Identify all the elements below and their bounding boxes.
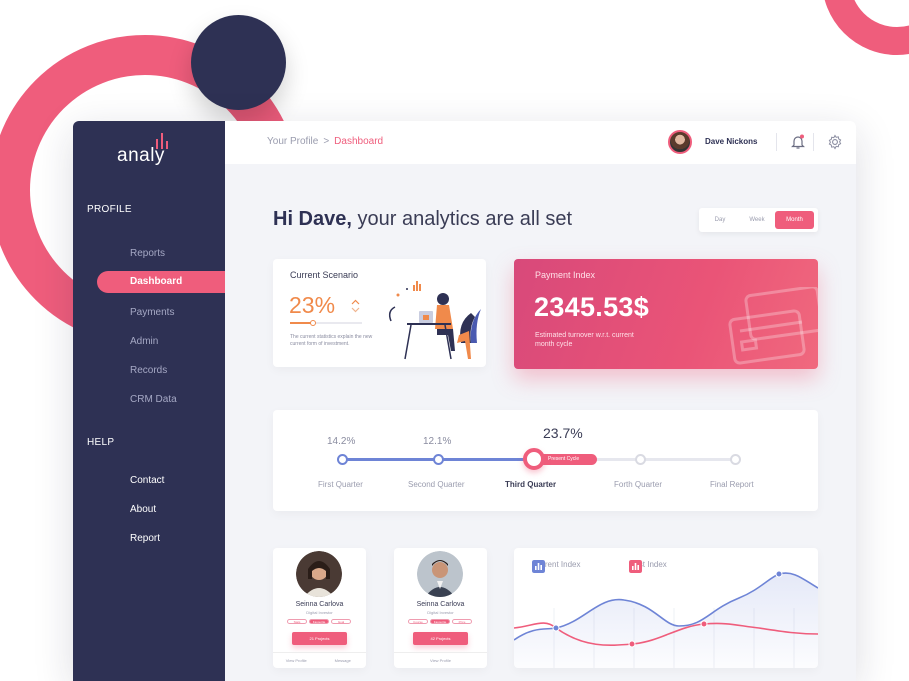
quarter-value: 14.2% bbox=[327, 436, 356, 447]
breadcrumb: Your Profile > Dashboard bbox=[267, 136, 383, 147]
sidebar-item-report[interactable]: Report bbox=[130, 533, 160, 544]
current-index-point[interactable] bbox=[775, 570, 783, 578]
bell-icon[interactable] bbox=[791, 134, 805, 150]
quarter-timeline-card: 14.2% 12.1% 23.7% Present Cycle First Qu… bbox=[273, 410, 818, 511]
sidebar-section-help: HELP bbox=[87, 437, 115, 448]
quarter-label-current[interactable]: Third Quarter bbox=[505, 480, 556, 489]
payment-index-card[interactable]: Payment Index 2345.53$ Estimated turnove… bbox=[514, 259, 818, 369]
dashboard-app: analy PROFILE Reports Dashboard Payments… bbox=[73, 121, 856, 681]
profile-footer: View Profile bbox=[394, 652, 487, 668]
legend-current-index[interactable]: Current Index bbox=[532, 560, 580, 573]
past-index-point[interactable] bbox=[700, 620, 708, 628]
sidebar-item-contact[interactable]: Contact bbox=[130, 475, 164, 486]
profile-role: Digital Investor bbox=[306, 610, 333, 615]
profile-name: Seinna Carlova bbox=[416, 601, 465, 608]
profile-footer: View Profile Message bbox=[273, 652, 366, 668]
scenario-value: 23% bbox=[289, 292, 336, 318]
profile-chip-active[interactable]: Favourite bbox=[430, 619, 450, 624]
greeting-name: Hi Dave, bbox=[273, 208, 352, 230]
current-scenario-card[interactable]: Current Scenario 23% The current statist… bbox=[273, 259, 486, 367]
view-profile-link[interactable]: View Profile bbox=[273, 653, 320, 668]
scenario-title: Current Scenario bbox=[290, 270, 359, 280]
breadcrumb-parent[interactable]: Your Profile bbox=[267, 136, 318, 147]
sidebar-item-about[interactable]: About bbox=[130, 504, 156, 515]
greeting-text: your analytics are all set bbox=[351, 208, 573, 230]
screenshot-stage: analy PROFILE Reports Dashboard Payments… bbox=[0, 0, 909, 681]
scenario-description: The current statistics explain the new c… bbox=[290, 334, 373, 347]
quarter-label[interactable]: Second Quarter bbox=[408, 480, 464, 489]
past-index-point[interactable] bbox=[628, 640, 636, 648]
greeting-heading: Hi Dave, your analytics are all set bbox=[273, 208, 572, 231]
sidebar-item-reports[interactable]: Reports bbox=[130, 248, 165, 259]
user-avatar[interactable] bbox=[668, 130, 692, 154]
gear-icon[interactable] bbox=[827, 134, 843, 150]
profile-chip[interactable]: Price bbox=[452, 619, 472, 624]
timeline-node-q3-current[interactable] bbox=[523, 448, 545, 470]
timeline-node-q4[interactable] bbox=[635, 454, 646, 465]
profile-card[interactable]: Seinna Carlova Digital Investor Stats Fa… bbox=[273, 548, 366, 668]
quarter-value-current: 23.7% bbox=[543, 425, 583, 441]
logo-bars-icon bbox=[156, 133, 168, 149]
view-profile-link[interactable]: View Profile bbox=[394, 653, 487, 668]
decorative-ring-top-right bbox=[822, 0, 909, 55]
sidebar-item-payments[interactable]: Payments bbox=[130, 307, 174, 318]
breadcrumb-current: Dashboard bbox=[334, 136, 384, 147]
bar-chart-icon bbox=[629, 560, 642, 573]
projects-button[interactable]: 42 Projects bbox=[413, 632, 468, 645]
timeline-remaining-line bbox=[593, 458, 738, 461]
up-down-chevron-icon[interactable] bbox=[351, 299, 360, 313]
period-week-button[interactable]: Week bbox=[739, 211, 775, 229]
projects-button[interactable]: 21 Projects bbox=[292, 632, 347, 645]
period-toggle: Day Week Month bbox=[699, 208, 818, 232]
profile-chip[interactable]: Stats bbox=[287, 619, 307, 624]
timeline-node-final[interactable] bbox=[730, 454, 741, 465]
top-header: Your Profile > Dashboard Dave Nickons bbox=[225, 121, 856, 164]
credit-card-icon bbox=[728, 287, 818, 365]
header-divider bbox=[776, 133, 777, 151]
quarter-label[interactable]: First Quarter bbox=[318, 480, 363, 489]
message-link[interactable]: Message bbox=[320, 653, 367, 668]
sidebar-item-dashboard[interactable]: Dashboard bbox=[97, 271, 225, 293]
legend-past-index[interactable]: Past Index bbox=[629, 560, 667, 573]
profile-chip[interactable]: Course bbox=[408, 619, 428, 624]
quarter-value: 12.1% bbox=[423, 436, 452, 447]
payment-subtitle: Estimated turnover w.r.t. current month … bbox=[535, 332, 634, 348]
profile-chips: Stats Favourite Goal bbox=[287, 619, 351, 624]
payment-value: 2345.53$ bbox=[534, 292, 650, 322]
period-month-button[interactable]: Month bbox=[775, 211, 814, 229]
payment-title: Payment Index bbox=[535, 270, 596, 280]
quarter-label[interactable]: Forth Quarter bbox=[614, 480, 662, 489]
quarter-label[interactable]: Final Report bbox=[710, 480, 754, 489]
sidebar-item-crm-data[interactable]: CRM Data bbox=[130, 394, 177, 405]
header-divider bbox=[813, 133, 814, 151]
profile-chips: Course Favourite Price bbox=[408, 619, 472, 624]
bar-chart-icon bbox=[532, 560, 545, 573]
profile-chip-active[interactable]: Favourite bbox=[309, 619, 329, 624]
index-chart-card: Current Index Past Index bbox=[514, 548, 818, 668]
profile-avatar[interactable] bbox=[296, 551, 342, 597]
timeline-node-q1[interactable] bbox=[337, 454, 348, 465]
sidebar-item-admin[interactable]: Admin bbox=[130, 336, 158, 347]
timeline-node-q2[interactable] bbox=[433, 454, 444, 465]
user-name[interactable]: Dave Nickons bbox=[705, 137, 757, 146]
scenario-slider[interactable] bbox=[290, 320, 362, 326]
scenario-slider-knob[interactable] bbox=[310, 320, 316, 326]
sidebar-section-profile: PROFILE bbox=[87, 204, 132, 215]
breadcrumb-separator: > bbox=[323, 136, 330, 147]
current-index-point[interactable] bbox=[552, 624, 560, 632]
sidebar-item-records[interactable]: Records bbox=[130, 365, 167, 376]
sidebar: analy PROFILE Reports Dashboard Payments… bbox=[73, 121, 225, 681]
scenario-slider-fill bbox=[290, 322, 312, 324]
profile-card[interactable]: Seinna Carlova Digital Investor Course F… bbox=[394, 548, 487, 668]
decorative-navy-circle bbox=[191, 15, 286, 110]
period-day-button[interactable]: Day bbox=[701, 211, 739, 229]
profile-avatar[interactable] bbox=[417, 551, 463, 597]
profile-role: Digital Investor bbox=[427, 610, 454, 615]
profile-name: Seinna Carlova bbox=[295, 601, 344, 608]
person-at-desk-illustration bbox=[388, 281, 481, 360]
profile-chip[interactable]: Goal bbox=[331, 619, 351, 624]
